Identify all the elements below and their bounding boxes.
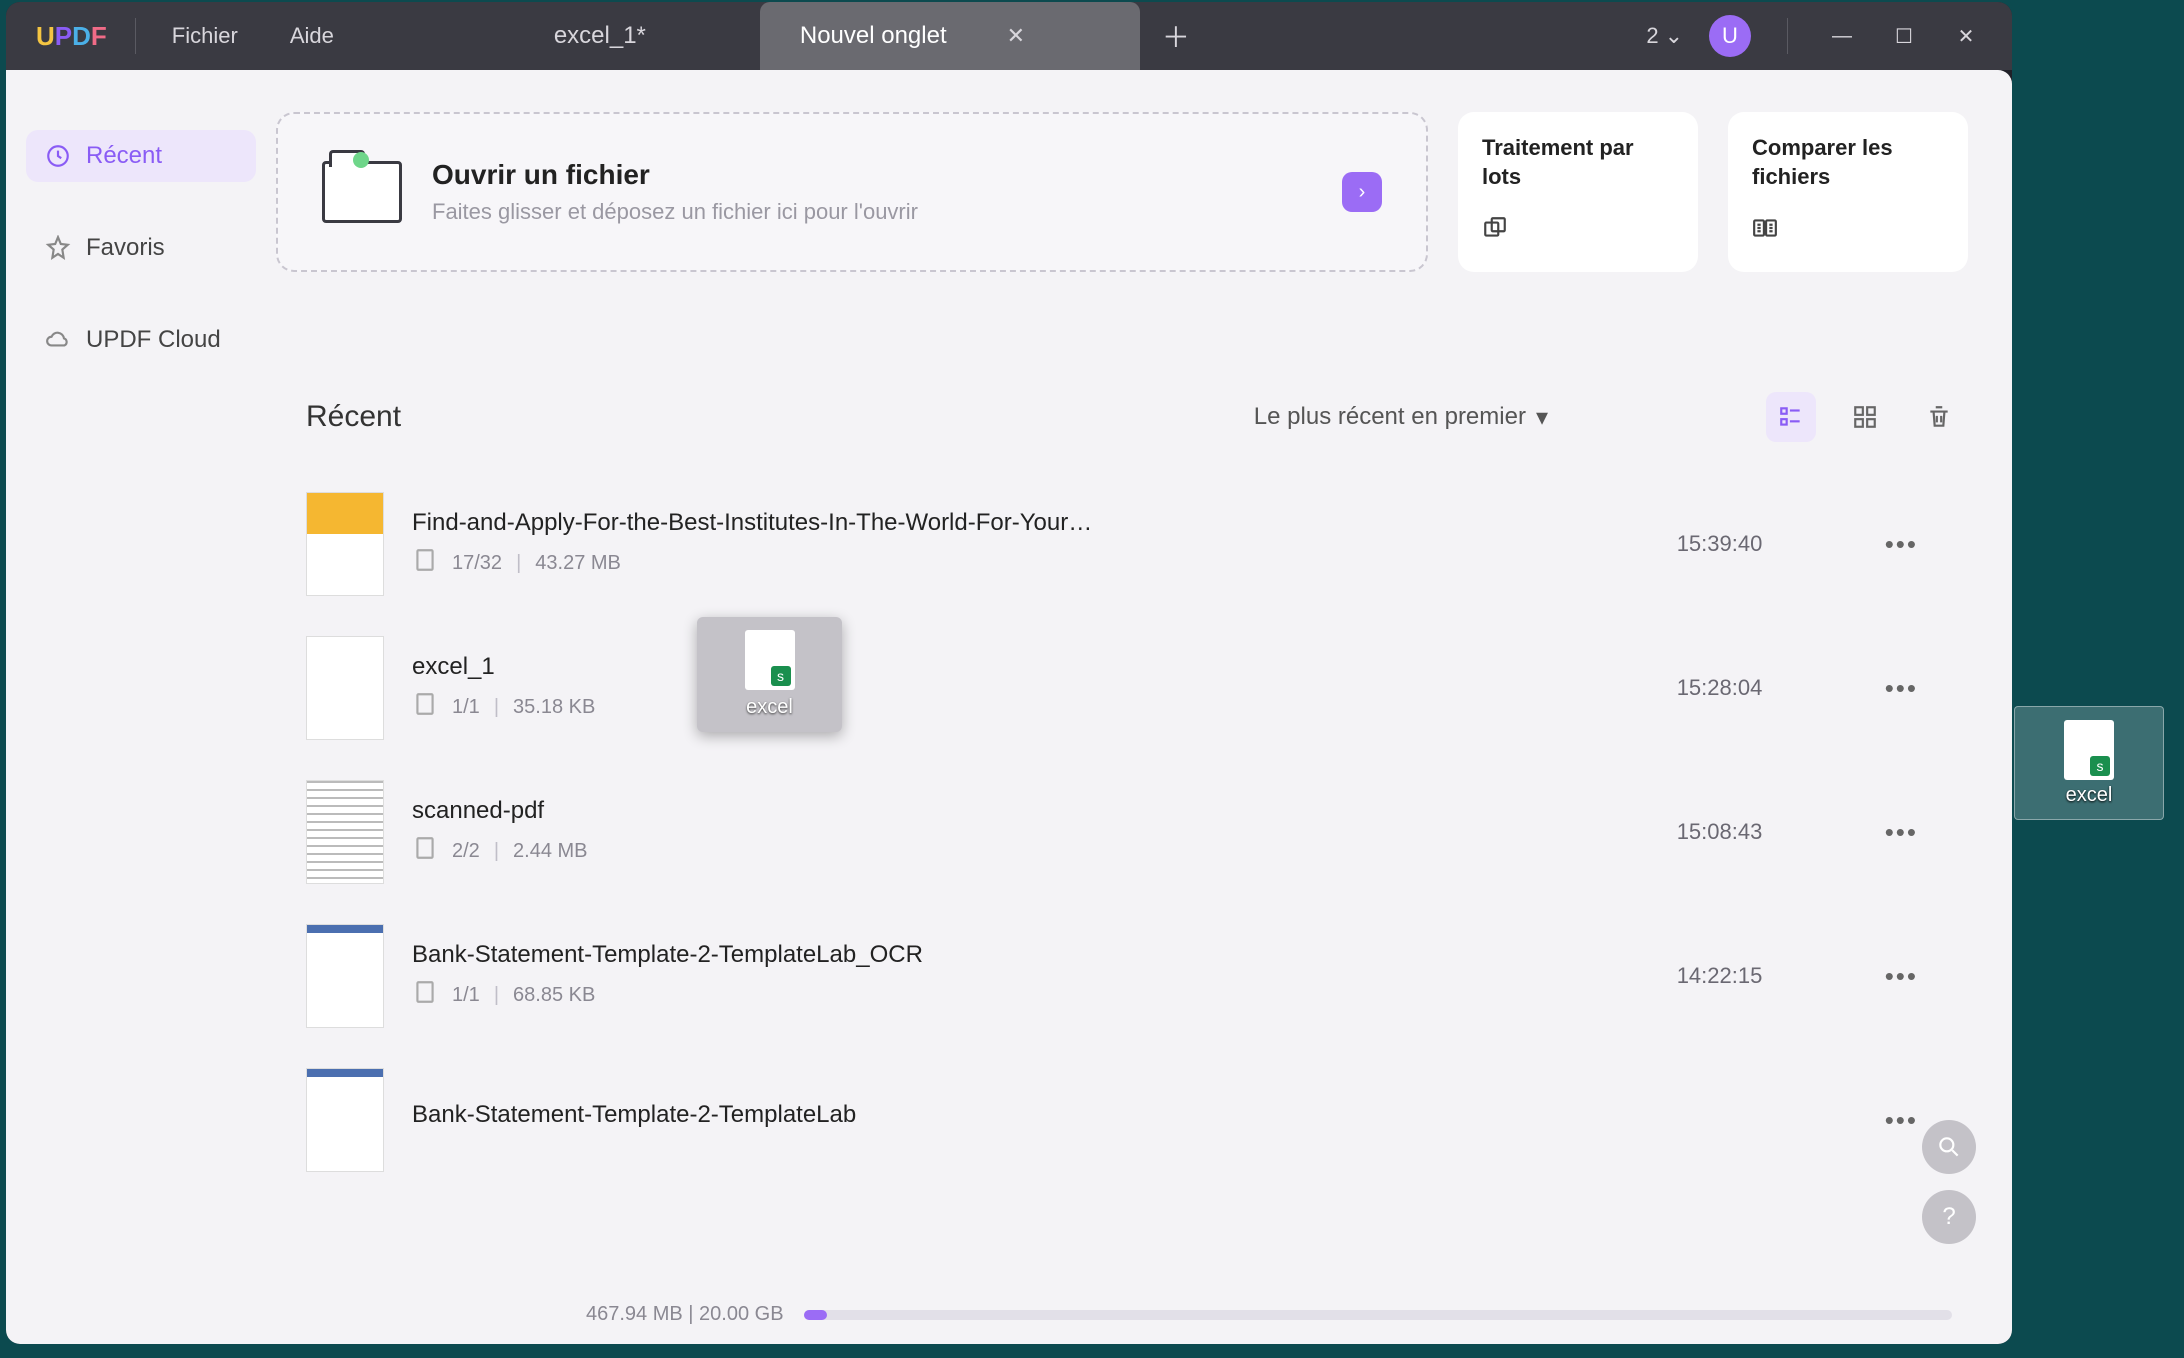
file-thumbnail: [306, 636, 384, 740]
sidebar-item-label: Favoris: [86, 234, 165, 262]
user-avatar[interactable]: U: [1709, 15, 1751, 57]
file-name: excel_1: [412, 653, 1649, 681]
file-row[interactable]: excel_1 1/1|35.18 KB 15:28:04 •••: [276, 616, 1968, 760]
tab-excel1[interactable]: excel_1*: [440, 2, 760, 70]
file-name: Bank-Statement-Template-2-TemplateLab_OC…: [412, 941, 1649, 969]
page-icon: [412, 691, 438, 723]
file-more-button[interactable]: •••: [1865, 817, 1938, 848]
minimize-button[interactable]: —: [1824, 18, 1860, 54]
close-icon[interactable]: ✕: [1007, 23, 1025, 49]
file-meta: 1/1|35.18 KB: [412, 691, 1649, 723]
sort-dropdown[interactable]: Le plus récent en premier ▾: [1254, 403, 1548, 432]
page-icon: [412, 835, 438, 867]
close-window-button[interactable]: ✕: [1948, 18, 1984, 54]
file-row[interactable]: Bank-Statement-Template-2-TemplateLab_OC…: [276, 904, 1968, 1048]
sidebar-item-label: UPDF Cloud: [86, 326, 221, 354]
file-time: 15:08:43: [1677, 819, 1837, 845]
file-time: 15:39:40: [1677, 531, 1837, 557]
sidebar-item-cloud[interactable]: UPDF Cloud: [26, 314, 256, 366]
compare-icon: [1752, 211, 1944, 250]
storage-bar: 467.94 MB | 20.00 GB: [586, 1303, 1952, 1326]
cloud-icon: [44, 326, 72, 354]
sidebar: Récent Favoris UPDF Cloud: [6, 70, 276, 1344]
excel-file-icon: [745, 630, 795, 690]
file-more-button[interactable]: •••: [1865, 961, 1938, 992]
file-more-button[interactable]: •••: [1865, 673, 1938, 704]
file-more-button[interactable]: •••: [1865, 529, 1938, 560]
recent-section: Récent Le plus récent en premier ▾: [276, 392, 1968, 1344]
new-tab-button[interactable]: ＋: [1140, 16, 1212, 56]
file-thumbnail: [306, 924, 384, 1028]
maximize-button[interactable]: ☐: [1886, 18, 1922, 54]
page-icon: [412, 979, 438, 1011]
batch-process-card[interactable]: Traitement par lots: [1458, 112, 1698, 272]
tab-label: excel_1*: [554, 22, 646, 50]
app-logo: UPDF: [18, 21, 125, 52]
file-meta: 1/1|68.85 KB: [412, 979, 1649, 1011]
card-title: Comparer les fichiers: [1752, 134, 1944, 191]
menu-help[interactable]: Aide: [264, 23, 360, 49]
card-title: Traitement par lots: [1482, 134, 1674, 191]
recent-heading: Récent: [306, 400, 401, 434]
file-thumbnail: [306, 492, 384, 596]
excel-file-icon: [2064, 720, 2114, 780]
grid-view-button[interactable]: [1840, 392, 1890, 442]
storage-progress: [804, 1310, 1952, 1320]
page-icon: [412, 547, 438, 579]
list-view-button[interactable]: [1766, 392, 1816, 442]
tab-label: Nouvel onglet: [800, 22, 947, 50]
desktop-file-excel[interactable]: excel: [2014, 706, 2164, 820]
content-area: Récent Favoris UPDF Cloud Ouvr: [6, 70, 2012, 1344]
file-time: 15:28:04: [1677, 675, 1837, 701]
open-file-hint: Faites glisser et déposez un fichier ici…: [432, 199, 918, 225]
tab-new[interactable]: Nouvel onglet ✕: [760, 2, 1140, 70]
search-button[interactable]: [1922, 1120, 1976, 1174]
file-name: scanned-pdf: [412, 797, 1649, 825]
file-name: Bank-Statement-Template-2-TemplateLab: [412, 1101, 1649, 1129]
sidebar-item-favorites[interactable]: Favoris: [26, 222, 256, 274]
batch-icon: [1482, 211, 1674, 250]
file-name: Find-and-Apply-For-the-Best-Institutes-I…: [412, 509, 1649, 537]
sidebar-item-label: Récent: [86, 142, 162, 170]
separator: [1787, 18, 1788, 54]
sidebar-item-recent[interactable]: Récent: [26, 130, 256, 182]
folder-icon: [322, 161, 402, 223]
tab-count-dropdown[interactable]: 2⌄: [1646, 23, 1683, 49]
title-bar: UPDF Fichier Aide excel_1* Nouvel onglet…: [6, 2, 2012, 70]
help-button[interactable]: ?: [1922, 1190, 1976, 1244]
file-time: 14:22:15: [1677, 963, 1837, 989]
file-row[interactable]: Bank-Statement-Template-2-TemplateLab•••: [276, 1048, 1968, 1192]
compare-files-card[interactable]: Comparer les fichiers: [1728, 112, 1968, 272]
chevron-down-icon: ⌄: [1665, 23, 1683, 49]
separator: [135, 18, 136, 54]
star-icon: [44, 234, 72, 262]
app-window: UPDF Fichier Aide excel_1* Nouvel onglet…: [6, 2, 2012, 1344]
clock-icon: [44, 142, 72, 170]
file-row[interactable]: Find-and-Apply-For-the-Best-Institutes-I…: [276, 472, 1968, 616]
drag-ghost-file: excel: [697, 617, 842, 732]
sort-label: Le plus récent en premier: [1254, 403, 1526, 431]
main-panel: Ouvrir un fichier Faites glisser et dépo…: [276, 70, 2012, 1344]
open-file-dropzone[interactable]: Ouvrir un fichier Faites glisser et dépo…: [276, 112, 1428, 272]
open-file-title: Ouvrir un fichier: [432, 159, 918, 191]
desktop-file-label: excel: [2066, 784, 2113, 807]
menu-file[interactable]: Fichier: [146, 23, 264, 49]
file-thumbnail: [306, 1068, 384, 1172]
delete-button[interactable]: [1914, 392, 1964, 442]
file-meta: 17/32|43.27 MB: [412, 547, 1649, 579]
storage-text: 467.94 MB | 20.00 GB: [586, 1303, 784, 1326]
file-meta: 2/2|2.44 MB: [412, 835, 1649, 867]
chevron-right-icon[interactable]: ›: [1342, 172, 1382, 212]
file-thumbnail: [306, 780, 384, 884]
drag-label: excel: [746, 696, 793, 719]
file-list: Find-and-Apply-For-the-Best-Institutes-I…: [276, 472, 1968, 1344]
chevron-down-icon: ▾: [1536, 403, 1548, 432]
file-row[interactable]: scanned-pdf 2/2|2.44 MB 15:08:43 •••: [276, 760, 1968, 904]
